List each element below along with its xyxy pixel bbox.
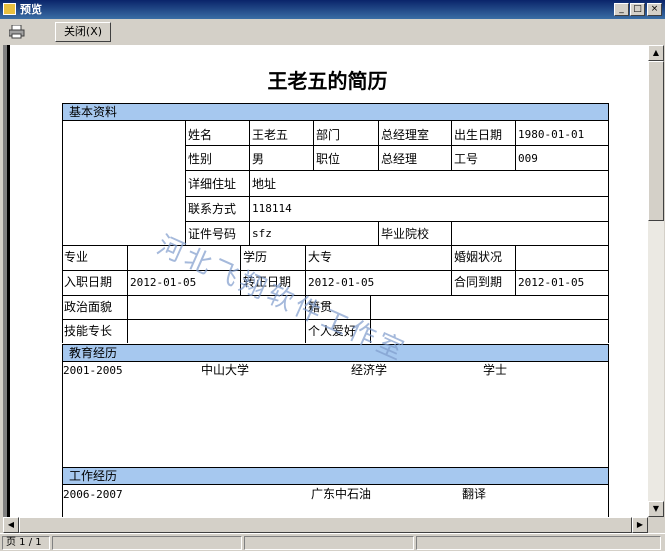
close-window-button[interactable]: × [647, 3, 662, 16]
minimize-button[interactable]: _ [614, 3, 629, 16]
grid-line [249, 121, 250, 245]
value-contract-end: 2012-01-05 [518, 276, 585, 289]
education-major: 经济学 [351, 363, 388, 377]
label-department: 部门 [316, 128, 341, 142]
value-id-no: sfz [252, 227, 272, 240]
section-basic-label: 基本资料 [69, 105, 118, 119]
label-employee-no: 工号 [454, 152, 479, 166]
title-bar: 预览 _ □ × [0, 0, 665, 19]
grid-line [62, 295, 609, 296]
status-pane [52, 536, 242, 550]
education-period: 2001-2005 [63, 364, 123, 377]
scroll-corner [648, 517, 664, 533]
grid-line [378, 221, 379, 245]
value-address: 地址 [252, 177, 277, 191]
grid-line [608, 485, 609, 517]
label-gender: 性别 [188, 152, 213, 166]
grid-line [313, 121, 314, 171]
section-basic-header: 基本资料 [62, 103, 609, 121]
status-bar: 页 1 / 1 [0, 533, 665, 551]
grid-line [451, 121, 452, 171]
grid-line [451, 245, 452, 295]
resume-title: 王老五的简历 [267, 69, 388, 93]
value-contact: 118114 [252, 202, 292, 215]
grid-line [608, 121, 609, 343]
work-position: 翻译 [462, 487, 487, 501]
grid-line [608, 362, 609, 468]
app-icon [3, 3, 16, 15]
grid-line [62, 121, 63, 343]
vertical-scroll-thumb[interactable] [648, 61, 664, 221]
scroll-down-icon[interactable]: ▼ [648, 501, 664, 517]
scroll-up-icon[interactable]: ▲ [648, 45, 664, 61]
label-contact: 联系方式 [188, 202, 237, 216]
section-education-header: 教育经历 [62, 344, 609, 362]
maximize-button[interactable]: □ [630, 3, 645, 16]
education-degree: 学士 [483, 363, 508, 377]
education-school: 中山大学 [201, 363, 250, 377]
value-name: 王老五 [252, 128, 289, 142]
label-skills: 技能专长 [64, 324, 113, 338]
grid-line [62, 270, 609, 271]
label-major: 专业 [64, 250, 89, 264]
status-pane [244, 536, 414, 550]
work-period: 2006-2007 [63, 488, 123, 501]
scroll-left-icon[interactable]: ◀ [3, 517, 19, 533]
value-employee-no: 009 [518, 152, 538, 165]
label-contract-end: 合同到期 [454, 275, 503, 289]
label-join-date: 入职日期 [64, 275, 113, 289]
grid-line [185, 121, 186, 245]
horizontal-scroll-thumb[interactable] [19, 517, 632, 533]
preview-area: 王老五的简历 基本资料 姓名 王老五 部门 总经理室 出生日期 1980-01-… [3, 45, 648, 517]
label-political: 政治面貌 [64, 300, 113, 314]
scroll-right-icon[interactable]: ▶ [632, 517, 648, 533]
section-work-label: 工作经历 [69, 469, 118, 483]
print-icon[interactable] [9, 25, 25, 39]
grid-line [62, 245, 609, 246]
label-name: 姓名 [188, 128, 213, 142]
value-regular-date: 2012-01-05 [308, 276, 375, 289]
section-work-header: 工作经历 [62, 467, 609, 485]
grid-line [515, 121, 516, 171]
grid-line [378, 121, 379, 171]
label-marital: 婚姻状况 [454, 250, 503, 264]
label-address: 详细住址 [188, 177, 237, 191]
work-company: 广东中石油 [311, 487, 372, 501]
vertical-scrollbar[interactable]: ▲ ▼ [648, 45, 664, 517]
label-birth-date: 出生日期 [454, 128, 503, 142]
value-education: 大专 [308, 250, 333, 264]
value-department: 总经理室 [381, 128, 430, 142]
grid-line [127, 245, 128, 343]
toolbar: 关闭(X) [0, 19, 665, 45]
window-title: 预览 [20, 3, 42, 16]
status-pane [416, 536, 661, 550]
section-education-label: 教育经历 [69, 346, 118, 360]
value-join-date: 2012-01-05 [130, 276, 197, 289]
page-indicator: 页 1 / 1 [2, 536, 50, 550]
value-gender: 男 [252, 152, 265, 166]
grid-line [515, 245, 516, 295]
page-edge [7, 45, 10, 517]
document-page: 王老五的简历 基本资料 姓名 王老五 部门 总经理室 出生日期 1980-01-… [7, 45, 648, 517]
label-school: 毕业院校 [381, 227, 430, 241]
label-position: 职位 [316, 152, 341, 166]
value-birth-date: 1980-01-01 [518, 128, 585, 141]
grid-line [451, 221, 452, 245]
horizontal-scrollbar[interactable]: ◀ ▶ [3, 517, 648, 533]
close-button[interactable]: 关闭(X) [55, 22, 111, 42]
value-position: 总经理 [381, 152, 418, 166]
